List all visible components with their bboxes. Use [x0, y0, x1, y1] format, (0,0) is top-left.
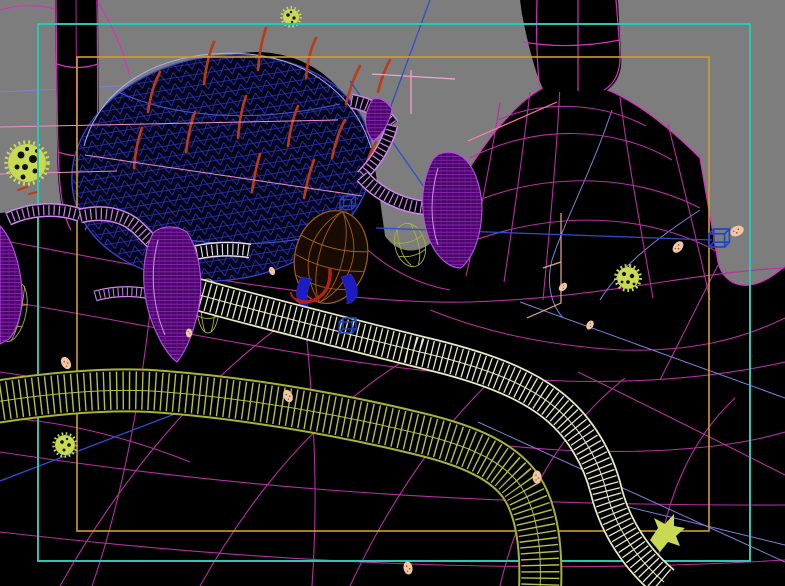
- 3d-viewport-canvas[interactable]: [0, 0, 785, 586]
- viewport-stage: [0, 0, 785, 586]
- egg-pebble[interactable]: [533, 471, 542, 484]
- egg-pebble[interactable]: [186, 328, 192, 337]
